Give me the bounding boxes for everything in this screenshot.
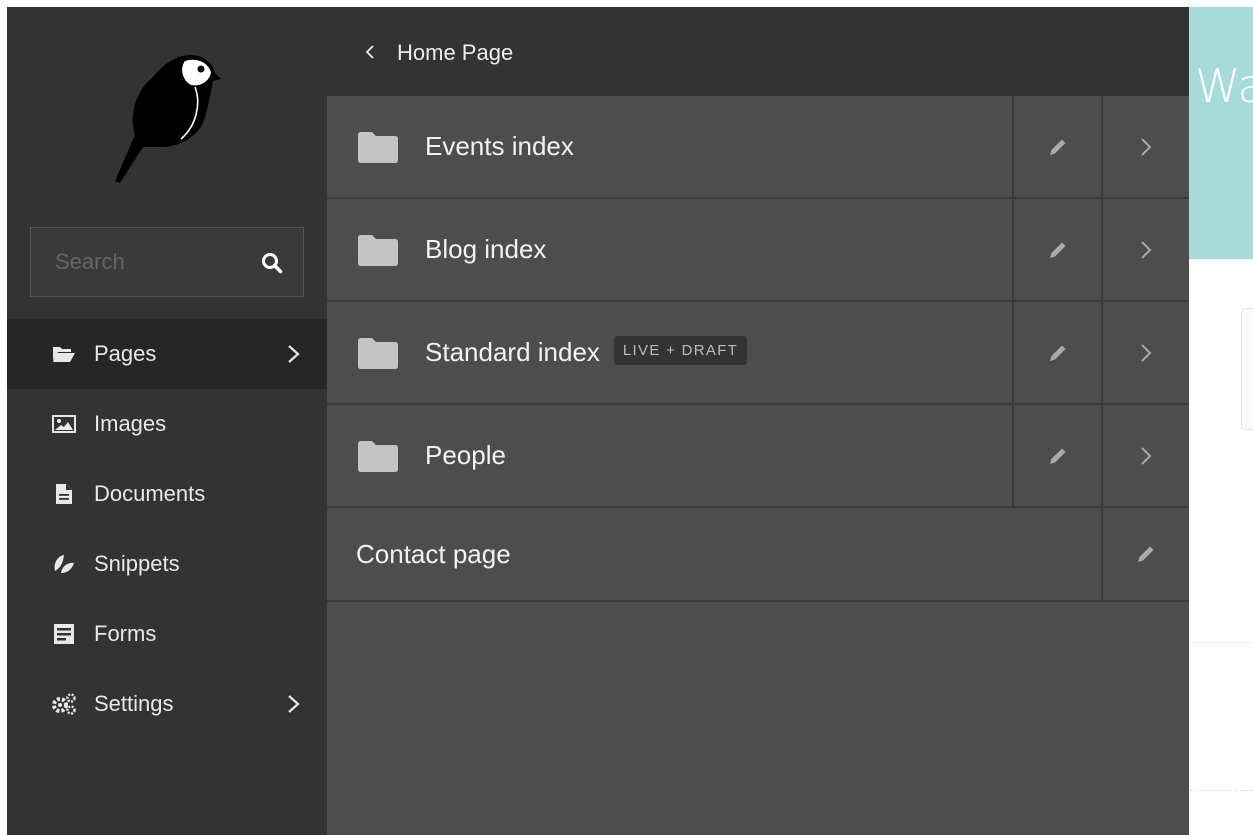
explorer-row-title: Blog index [425, 234, 547, 264]
pencil-icon [1138, 546, 1154, 562]
background-card [1241, 308, 1253, 430]
wagtail-logo-icon[interactable] [105, 47, 225, 197]
document-icon [51, 483, 77, 505]
snippet-icon [51, 553, 77, 575]
background-header-title: Wa [1195, 59, 1253, 113]
menu-item-images[interactable]: Images [7, 389, 327, 459]
edit-button[interactable] [1012, 199, 1101, 300]
folder-icon [358, 440, 398, 472]
menu-item-label: Documents [94, 481, 206, 506]
menu-item-label: Pages [94, 341, 157, 366]
explorer-row: Standard index LIVE + DRAFT [327, 302, 1189, 405]
chevron-left-icon[interactable] [365, 43, 375, 61]
edit-button[interactable] [1012, 302, 1101, 403]
menu-item-label: Forms [94, 621, 157, 646]
edit-button[interactable] [1012, 96, 1101, 197]
chevron-right-icon [1141, 240, 1152, 259]
explorer-row-title: Events index [425, 131, 574, 161]
background-page: Wa [1189, 0, 1253, 835]
explorer-title[interactable]: Home Page [397, 40, 513, 66]
explorer-row-title-text: Standard index [425, 336, 600, 367]
navigate-children-button[interactable] [1101, 405, 1189, 506]
explorer-row-link[interactable]: Contact page [327, 508, 1101, 600]
chevron-right-icon [1141, 137, 1152, 156]
explorer-header[interactable]: Home Page [327, 7, 1189, 96]
menu-item-pages[interactable]: Pages [7, 319, 327, 389]
explorer-row-link[interactable]: Blog index [327, 199, 1012, 300]
chevron-right-icon [1141, 343, 1152, 362]
folder-open-icon [51, 343, 77, 365]
chevron-right-icon [288, 345, 300, 363]
menu-item-label: Images [94, 411, 167, 436]
chevron-right-icon [1141, 446, 1152, 465]
cogs-icon [51, 693, 77, 715]
search-input[interactable] [31, 228, 251, 296]
edit-button[interactable] [1012, 405, 1101, 506]
explorer-row: Blog index [327, 199, 1189, 302]
explorer-row-title: Standard index LIVE + DRAFT [425, 336, 748, 369]
background-dashed-divider [1189, 790, 1253, 791]
search-box [30, 227, 304, 297]
explorer-row-link[interactable]: Standard index LIVE + DRAFT [327, 302, 1012, 403]
search-icon[interactable] [261, 252, 283, 274]
form-icon [51, 623, 77, 645]
image-icon [51, 413, 77, 435]
navigate-children-button[interactable] [1101, 96, 1189, 197]
explorer-row-title: People [425, 440, 506, 470]
explorer-row-link[interactable]: Events index [327, 96, 1012, 197]
background-header: Wa [1189, 7, 1253, 259]
menu-item-snippets[interactable]: Snippets [7, 529, 327, 599]
edit-button[interactable] [1101, 508, 1189, 600]
explorer-row-title: Contact page [356, 538, 511, 569]
menu-item-label: Settings [94, 691, 174, 716]
explorer-row: People [327, 405, 1189, 508]
status-badge: LIVE + DRAFT [613, 336, 748, 366]
background-divider [1189, 642, 1253, 643]
folder-icon [358, 234, 398, 266]
folder-icon [358, 131, 398, 163]
pencil-icon [1049, 345, 1065, 361]
pencil-icon [1049, 242, 1065, 258]
page-explorer: Home Page Events index Blog index Standa… [327, 7, 1189, 835]
sidebar: Pages Images Documents Snippets Forms [7, 7, 327, 835]
explorer-row: Contact page [327, 508, 1189, 602]
explorer-row-link[interactable]: People [327, 405, 1012, 506]
menu-item-settings[interactable]: Settings [7, 669, 327, 739]
main-menu: Pages Images Documents Snippets Forms Se… [7, 319, 327, 739]
menu-item-documents[interactable]: Documents [7, 459, 327, 529]
folder-icon [358, 337, 398, 369]
pencil-icon [1049, 448, 1065, 464]
menu-item-forms[interactable]: Forms [7, 599, 327, 669]
pencil-icon [1049, 139, 1065, 155]
navigate-children-button[interactable] [1101, 199, 1189, 300]
chevron-right-icon [288, 695, 300, 713]
explorer-row: Events index [327, 96, 1189, 199]
menu-item-label: Snippets [94, 551, 180, 576]
navigate-children-button[interactable] [1101, 302, 1189, 403]
